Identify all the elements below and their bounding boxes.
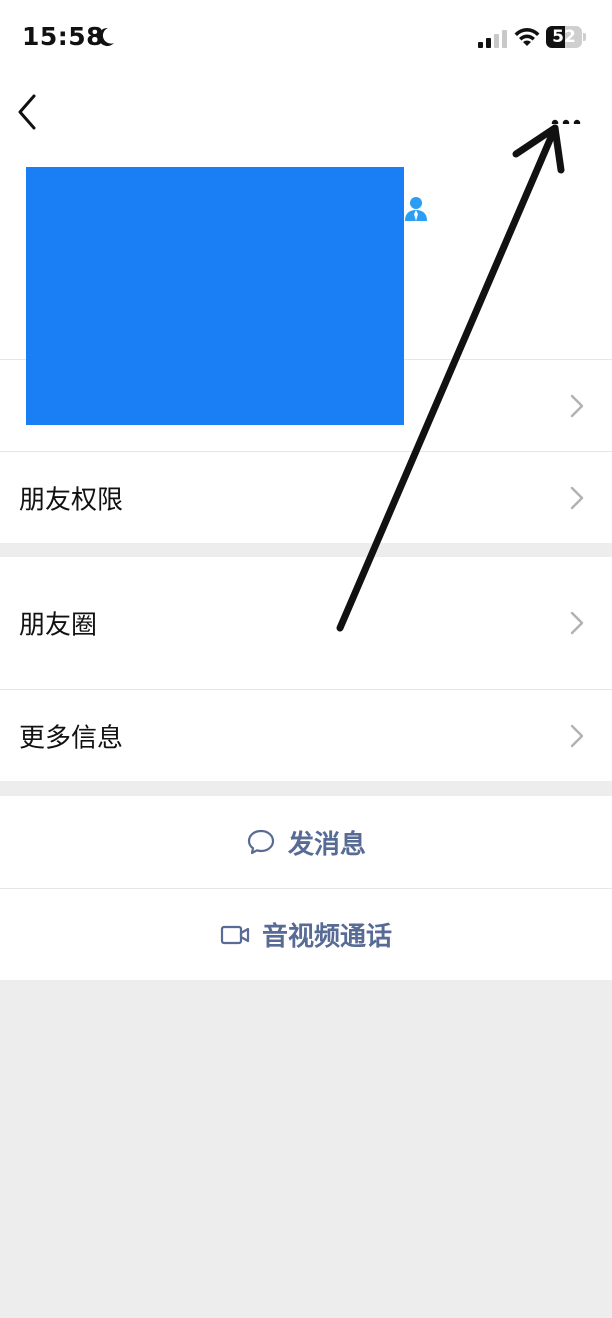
battery-level: 52 <box>552 27 576 47</box>
redaction-overlay <box>26 167 404 425</box>
actions-group: 发消息 音视频通话 <box>0 796 612 980</box>
chevron-right-icon <box>570 611 584 635</box>
row-label: 朋友圈 <box>19 610 98 641</box>
list-item-more-info[interactable]: 更多信息 <box>0 689 612 781</box>
chevron-right-icon <box>570 394 584 417</box>
status-bar: 15:58 52 <box>0 0 612 80</box>
video-call-button[interactable]: 音视频通话 <box>0 888 612 980</box>
list-item-friend-permissions[interactable]: 朋友权限 <box>0 451 612 543</box>
send-message-button[interactable]: 发消息 <box>0 796 612 888</box>
row-label: 朋友权限 <box>19 485 124 515</box>
back-icon[interactable] <box>12 92 46 132</box>
moon-icon <box>98 27 114 46</box>
nav-bar <box>0 80 612 150</box>
list-item-moments[interactable]: 朋友圈 <box>0 557 612 689</box>
more-icon[interactable] <box>540 94 590 124</box>
person-icon <box>405 197 427 221</box>
wifi-icon <box>514 28 540 46</box>
chevron-right-icon <box>570 724 584 747</box>
chevron-right-icon <box>570 486 584 509</box>
send-message-label: 发消息 <box>287 829 366 860</box>
chat-bubble-icon <box>247 829 275 855</box>
battery-icon: 52 <box>546 26 586 48</box>
video-call-label: 音视频通话 <box>261 922 392 952</box>
row-label: 更多信息 <box>19 723 124 753</box>
settings-group-2: 朋友圈 更多信息 <box>0 557 612 781</box>
video-camera-icon <box>220 925 250 944</box>
signal-icon <box>478 30 507 48</box>
status-time: 15:58 <box>22 22 105 51</box>
